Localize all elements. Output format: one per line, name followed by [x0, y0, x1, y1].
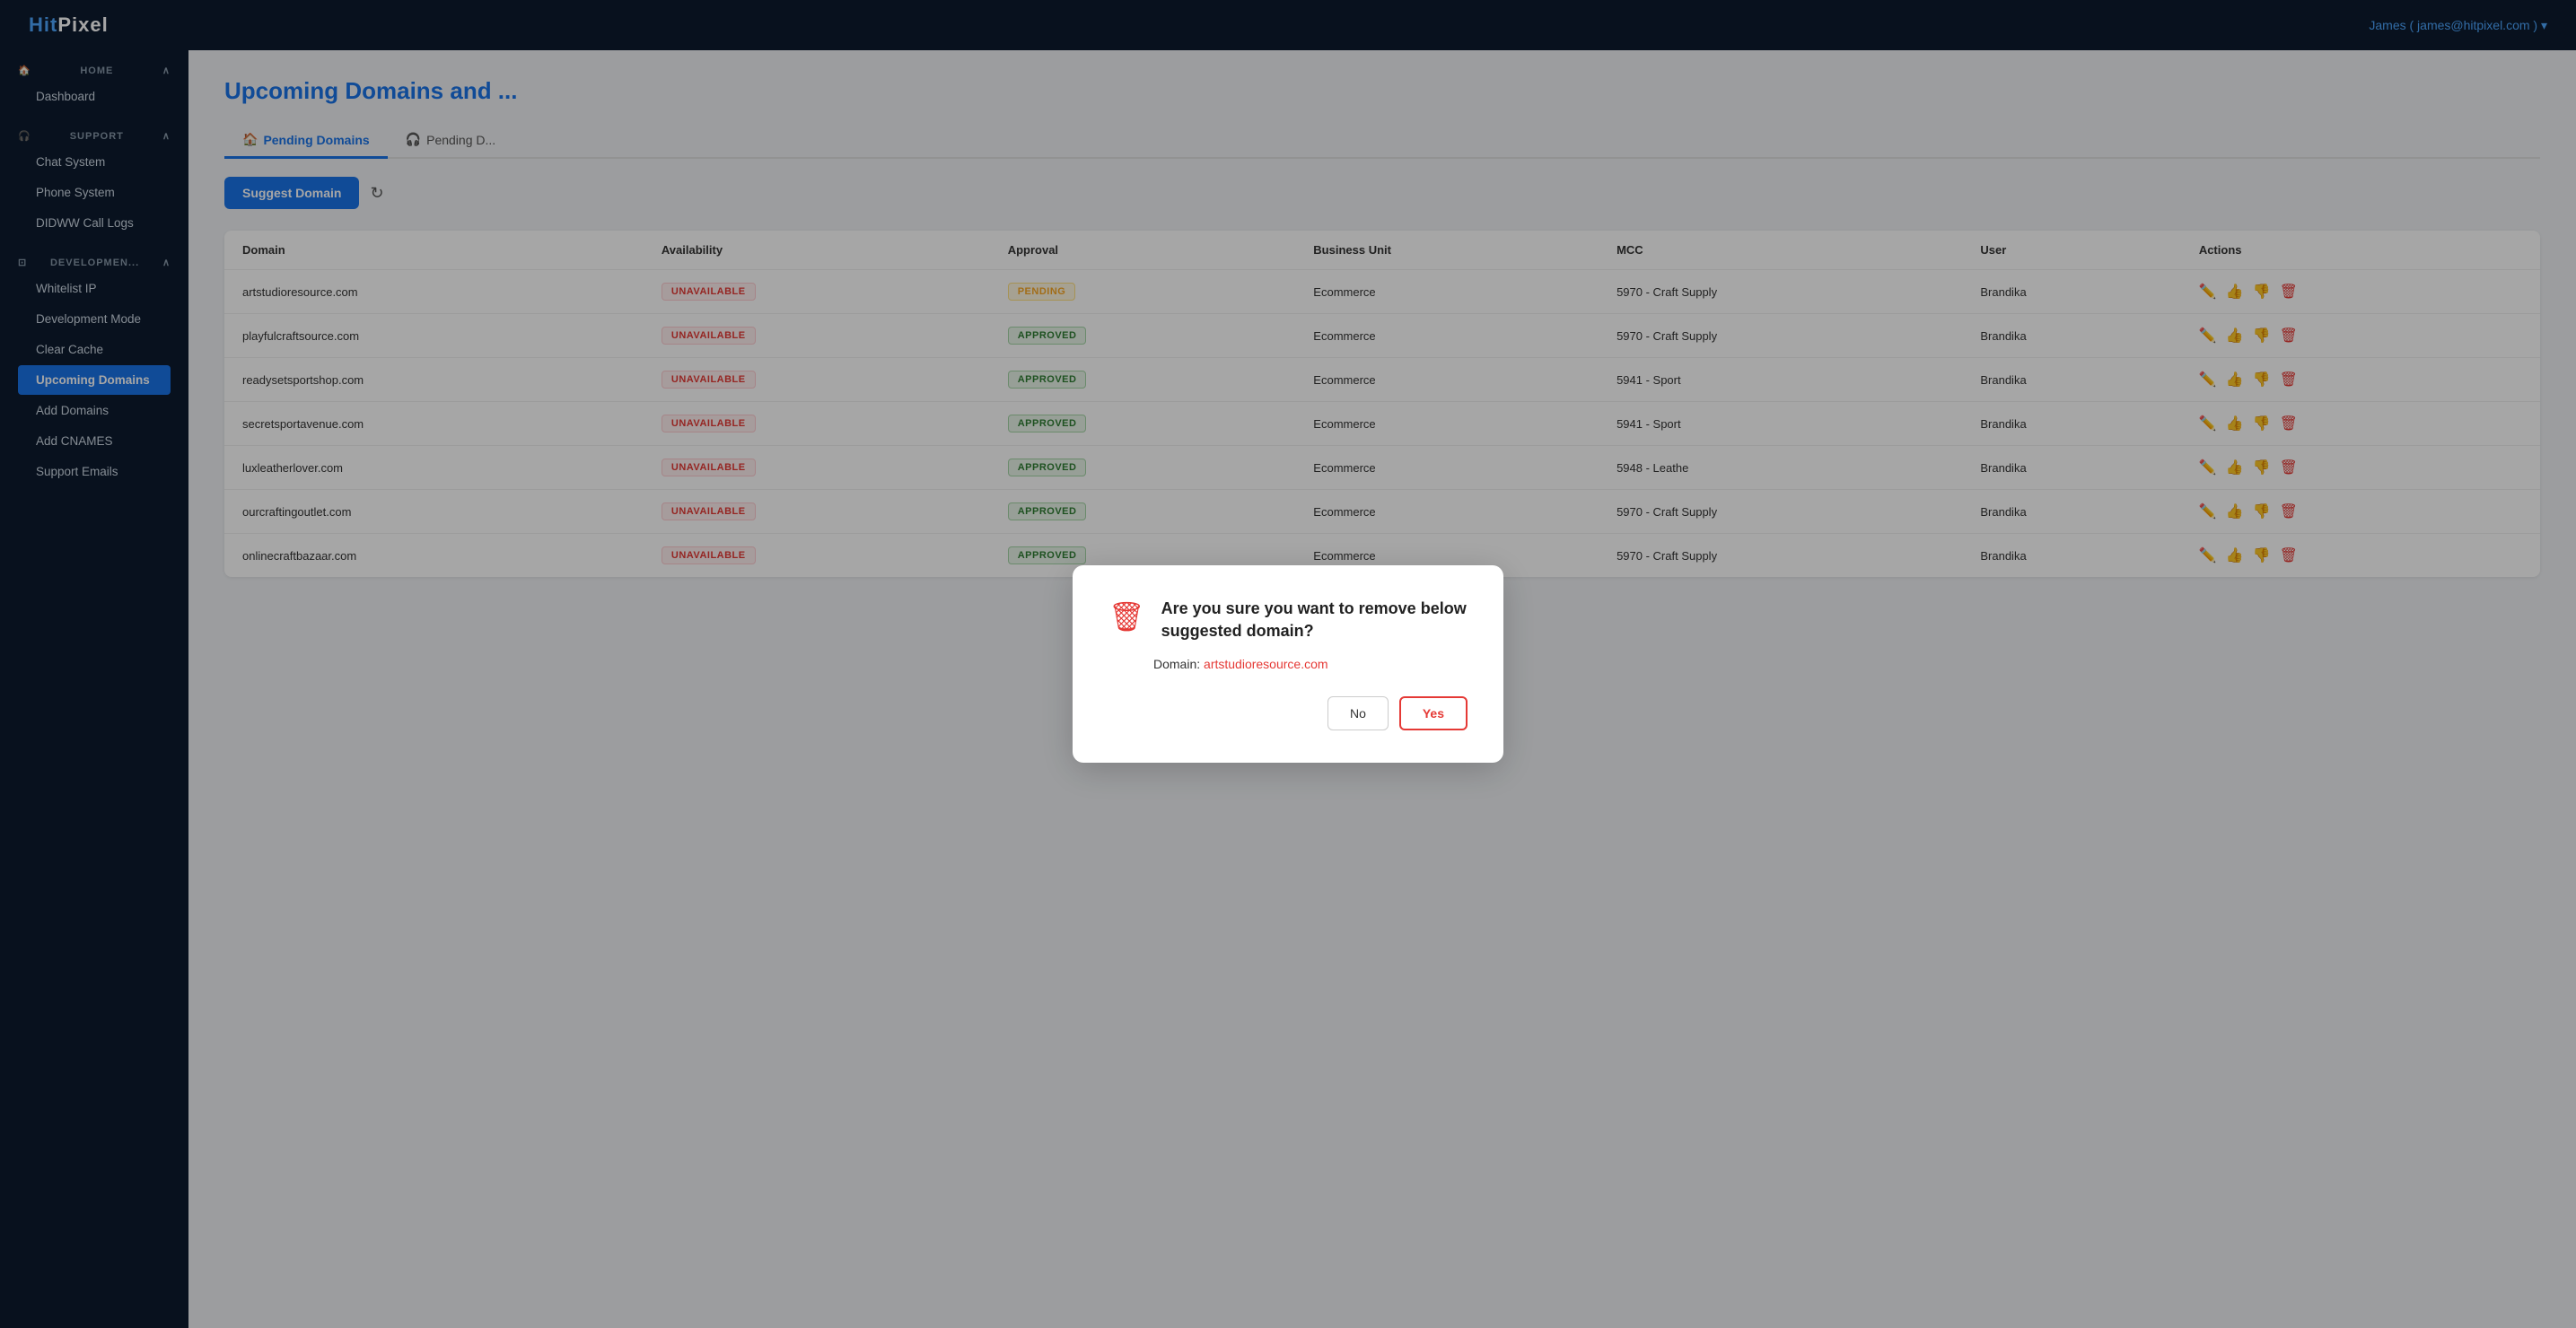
domain-value: artstudioresource.com	[1204, 657, 1328, 671]
modal-title: Are you sure you want to remove below su…	[1161, 598, 1468, 642]
no-button[interactable]: No	[1327, 696, 1389, 730]
yes-button[interactable]: Yes	[1399, 696, 1468, 730]
confirm-modal: 🗑 Are you sure you want to remove below …	[1073, 565, 1503, 763]
trash-icon: 🗑	[1108, 599, 1145, 633]
domain-label: Domain:	[1153, 657, 1200, 671]
modal-domain-line: Domain: artstudioresource.com	[1108, 657, 1468, 671]
modal-header: 🗑 Are you sure you want to remove below …	[1108, 598, 1468, 642]
modal-buttons: No Yes	[1108, 696, 1468, 730]
modal-overlay: 🗑 Are you sure you want to remove below …	[0, 0, 2576, 1328]
